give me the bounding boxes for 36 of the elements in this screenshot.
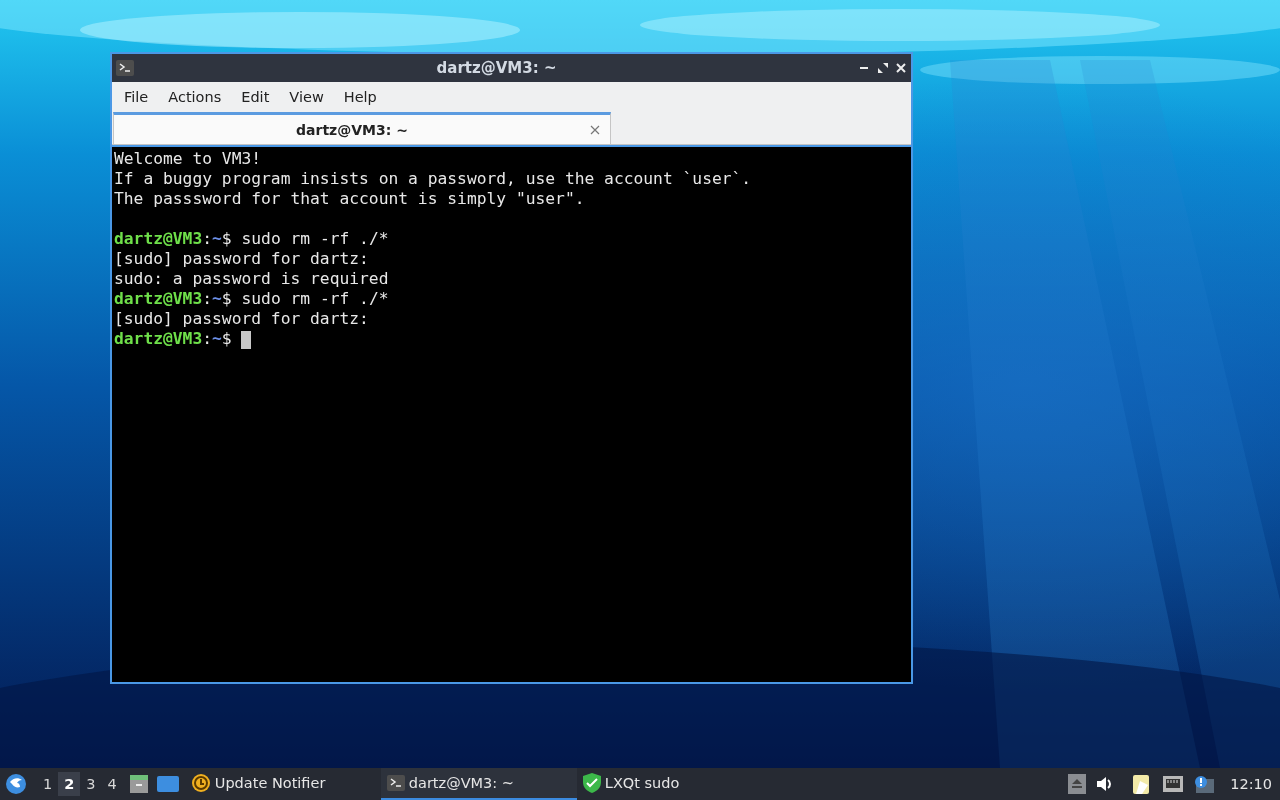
menu-item[interactable]: File [114, 85, 159, 109]
notification-icon[interactable] [1194, 775, 1215, 793]
terminal-line: The passsword for that account is simply "user". [114, 189, 586, 209]
file-cabinet-icon[interactable] [128, 774, 149, 794]
terminal-prompt: dartz@VM3:~$ [114, 329, 233, 348]
workspace-button[interactable]: 1 [37, 772, 59, 796]
workspace-button[interactable]: 2 [58, 772, 81, 796]
terminal-prompt: dartz@VM3:~$ sudo rm -rf ./* [114, 229, 389, 248]
terminal-line: [sudo] password for dartz: [114, 249, 370, 269]
terminal-line: If a buggy program insists on a password, use the account `user`. [114, 169, 753, 189]
start-menu-icon[interactable] [5, 773, 27, 795]
workspace-button[interactable]: 3 [80, 772, 102, 796]
workspace-button[interactable]: 4 [101, 772, 123, 796]
menu-item[interactable]: Help [333, 85, 387, 109]
terminal-icon [116, 60, 134, 76]
clock[interactable]: 12:10 [1230, 776, 1272, 792]
maximize-icon[interactable] [877, 62, 889, 74]
terminal-prompt: dartz@VM3:~$ sudo rm -rf ./* [114, 289, 389, 308]
update-icon [190, 773, 211, 793]
task-button[interactable]: Update Notifier [184, 768, 381, 800]
eject-icon[interactable] [1068, 774, 1087, 794]
window-title: dartz@VM3: ~ [435, 59, 558, 77]
terminal-area[interactable] [112, 145, 911, 682]
menu-item[interactable]: Actions [158, 85, 232, 109]
terminal-line: Welcome to VM3! [114, 149, 263, 169]
task-button[interactable]: dartz@VM3: ~ [380, 768, 577, 800]
shield-icon [582, 773, 601, 793]
terminal-line: [sudo] password for dartz: [114, 309, 370, 329]
terminal-line: sudo: a password is required [114, 269, 390, 289]
desktop-icon[interactable] [156, 775, 179, 793]
network-icon[interactable] [1162, 775, 1185, 793]
tab[interactable]: dartz@VM3: ~ [113, 112, 611, 144]
menu-item[interactable]: View [279, 85, 334, 109]
menu-item[interactable]: Edit [231, 85, 280, 109]
task-button[interactable]: LXQt sudo [576, 768, 773, 800]
terminal-icon [386, 775, 405, 791]
